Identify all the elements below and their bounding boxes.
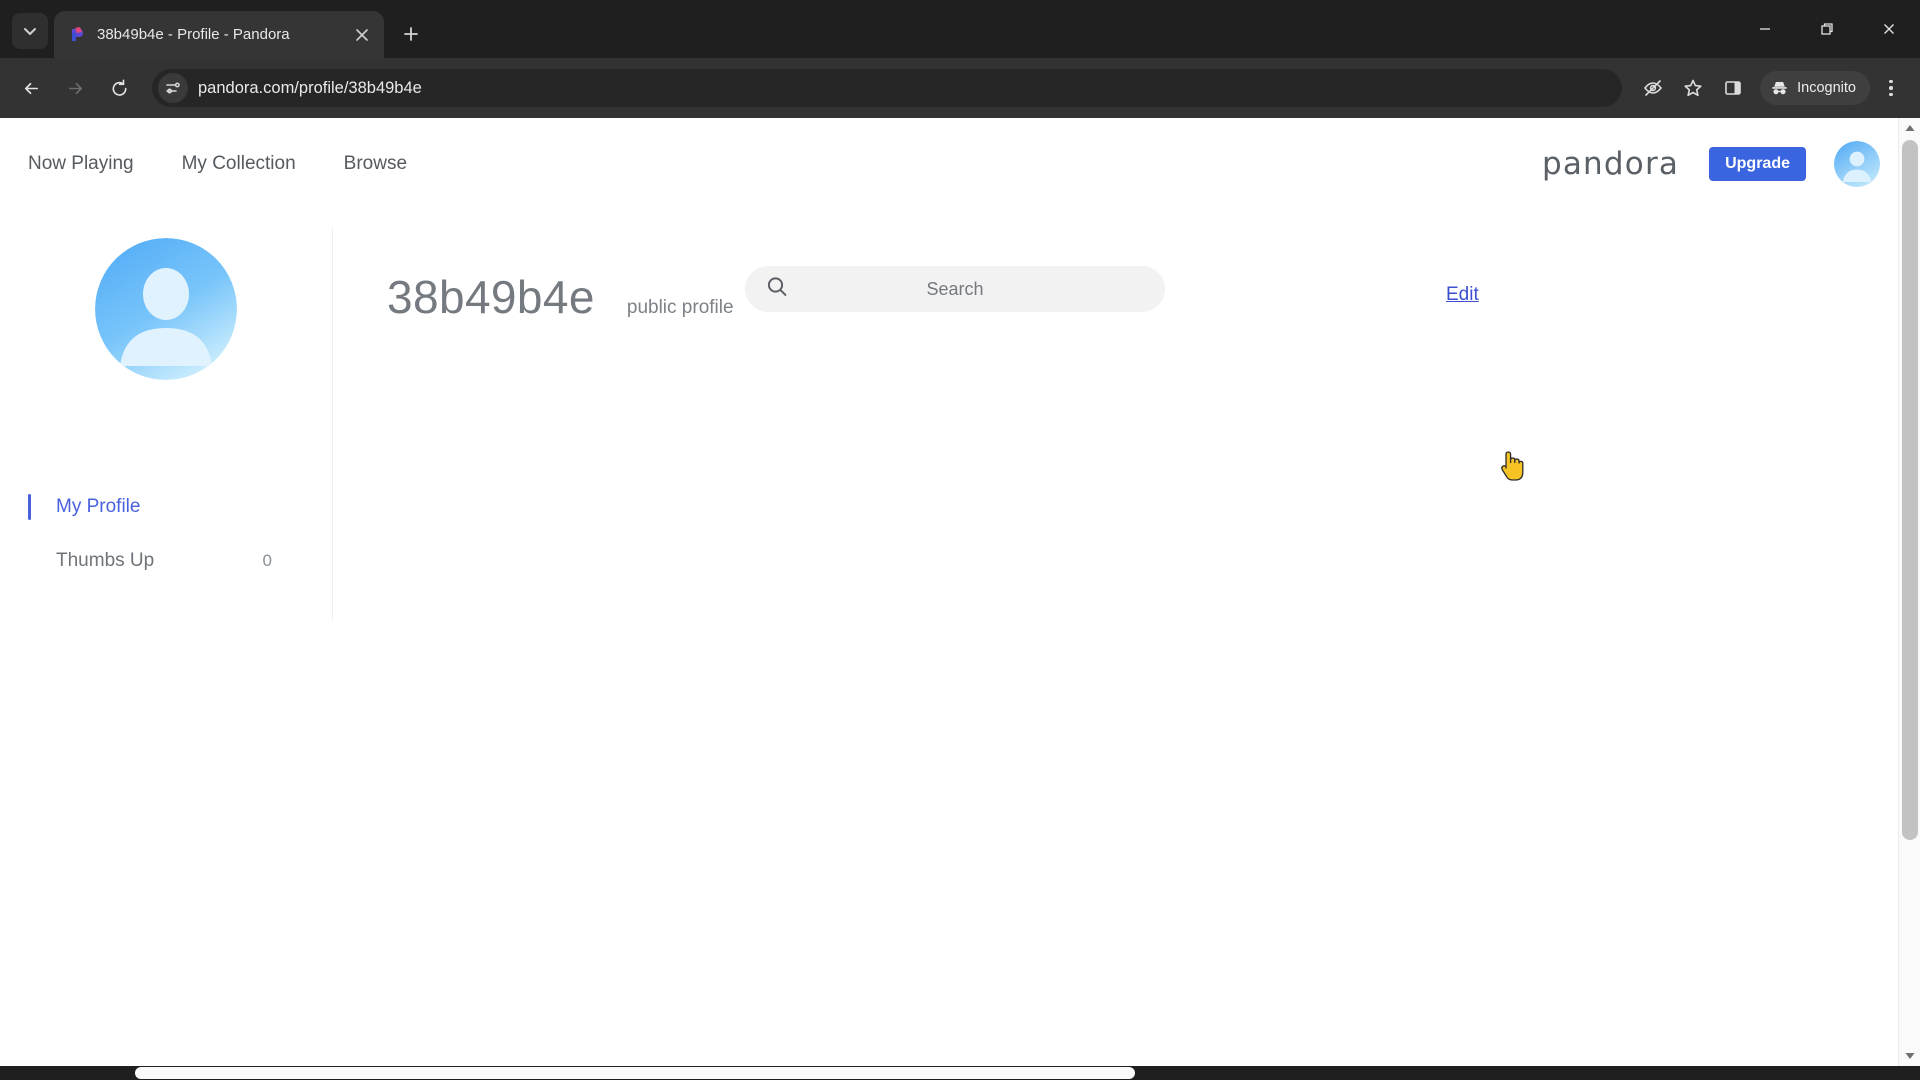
- upgrade-button[interactable]: Upgrade: [1709, 147, 1806, 181]
- back-arrow-icon: [24, 82, 38, 94]
- tracking-protection-button[interactable]: [1634, 69, 1672, 107]
- star-icon: [1684, 79, 1702, 97]
- vertical-scrollbar[interactable]: [1898, 118, 1920, 1066]
- side-panel-button[interactable]: [1714, 69, 1752, 107]
- three-dot-menu-icon: [1889, 92, 1893, 97]
- minimize-button[interactable]: [1734, 0, 1796, 58]
- tab-strip: 38b49b4e - Profile - Pandora: [0, 0, 1920, 58]
- tab-title: 38b49b4e - Profile - Pandora: [97, 26, 290, 43]
- three-dot-menu-icon: [1889, 86, 1893, 90]
- profile-avatar[interactable]: [95, 238, 237, 380]
- horizontal-scrollbar-thumb[interactable]: [135, 1067, 1135, 1079]
- site-header: Now Playing My Collection Browse pandora…: [0, 118, 1920, 210]
- horizontal-scrollbar[interactable]: [0, 1066, 1920, 1080]
- pandora-favicon: [68, 26, 86, 44]
- thumbs-up-count: 0: [262, 551, 272, 570]
- restore-button[interactable]: [1796, 0, 1858, 58]
- close-icon: [1884, 24, 1894, 34]
- eye-crossed-icon: [1644, 80, 1663, 96]
- pandora-logo[interactable]: pandora: [1542, 146, 1679, 182]
- address-bar[interactable]: pandora.com/profile/38b49b4e: [152, 69, 1623, 107]
- reload-button[interactable]: [100, 69, 138, 107]
- profile-content: 38b49b4e public profile Edit: [332, 210, 1920, 588]
- forward-button[interactable]: [56, 69, 94, 107]
- back-button[interactable]: [12, 69, 50, 107]
- incognito-hat-icon: [1772, 81, 1788, 94]
- chevron-down-icon: [24, 28, 36, 35]
- profile-visibility-label: public profile: [626, 297, 734, 318]
- site-settings-icon: [166, 82, 180, 94]
- close-icon: [356, 28, 368, 41]
- scroll-up-arrow-icon: [1905, 125, 1914, 131]
- reload-icon: [112, 79, 126, 96]
- profile-sidebar: My Profile Thumbs Up 0: [0, 210, 332, 588]
- new-tab-button[interactable]: [394, 17, 428, 51]
- scroll-up-button[interactable]: [1899, 118, 1920, 138]
- incognito-indicator[interactable]: Incognito: [1760, 71, 1870, 105]
- scroll-down-button[interactable]: [1899, 1046, 1920, 1066]
- plus-icon: [404, 27, 418, 41]
- vertical-scrollbar-thumb[interactable]: [1902, 140, 1918, 840]
- active-indicator: [28, 494, 31, 520]
- profile-heading-row: 38b49b4e public profile: [387, 270, 1920, 324]
- page-title: 38b49b4e: [387, 271, 595, 323]
- nav-item-now-playing[interactable]: Now Playing: [28, 153, 134, 175]
- browser-window: 38b49b4e - Profile - Pandora pandora.com…: [0, 0, 1920, 1080]
- primary-navigation: Now Playing My Collection Browse: [0, 153, 455, 175]
- browser-menu-button[interactable]: [1874, 69, 1908, 107]
- main-content: My Profile Thumbs Up 0 38b49b4e public p…: [0, 210, 1920, 620]
- edit-profile-link[interactable]: Edit: [1446, 284, 1479, 306]
- tab-close-button[interactable]: [350, 23, 374, 47]
- tab-search-button[interactable]: [12, 13, 48, 49]
- page-viewport: Now Playing My Collection Browse pandora…: [0, 118, 1920, 1080]
- site-settings-button[interactable]: [158, 73, 188, 103]
- browser-toolbar: pandora.com/profile/38b49b4e Incognito: [0, 58, 1920, 118]
- sidebar-navigation: My Profile Thumbs Up 0: [0, 480, 332, 588]
- account-avatar[interactable]: [1834, 141, 1880, 187]
- three-dot-menu-icon: [1889, 79, 1893, 84]
- nav-item-browse[interactable]: Browse: [344, 153, 407, 175]
- sidebar-item-label: Thumbs Up: [56, 550, 155, 571]
- sidebar-item-thumbs-up[interactable]: Thumbs Up 0: [0, 534, 332, 588]
- window-controls: [1734, 0, 1920, 58]
- side-panel-icon: [1725, 81, 1741, 95]
- incognito-label: Incognito: [1797, 80, 1856, 96]
- forward-arrow-icon: [68, 82, 82, 94]
- header-right-group: pandora Upgrade: [1542, 118, 1880, 210]
- close-window-button[interactable]: [1858, 0, 1920, 58]
- sidebar-item-my-profile[interactable]: My Profile: [0, 480, 332, 534]
- sidebar-item-label: My Profile: [56, 496, 141, 517]
- url-text: pandora.com/profile/38b49b4e: [198, 78, 422, 97]
- restore-icon: [1821, 23, 1833, 35]
- minimize-icon: [1760, 28, 1770, 30]
- nav-item-my-collection[interactable]: My Collection: [182, 153, 296, 175]
- scroll-down-arrow-icon: [1905, 1053, 1915, 1059]
- browser-tab[interactable]: 38b49b4e - Profile - Pandora: [54, 11, 384, 58]
- bookmark-button[interactable]: [1674, 69, 1712, 107]
